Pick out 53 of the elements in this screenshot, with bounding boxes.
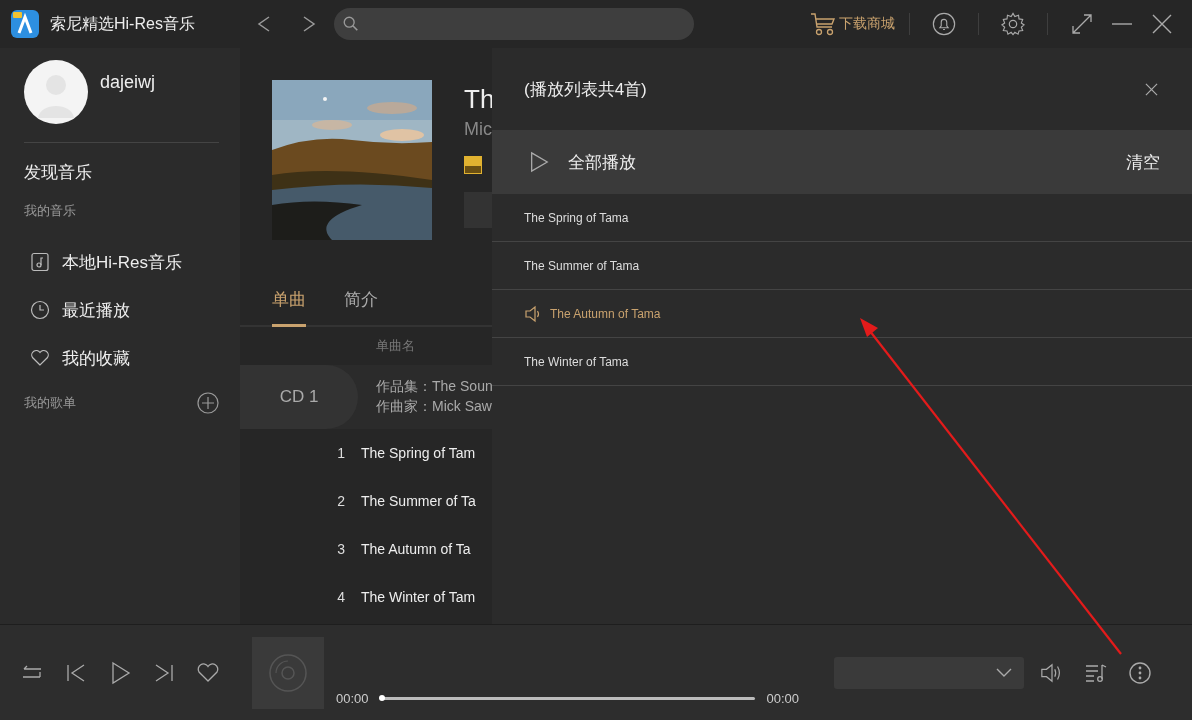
progress-handle[interactable]: [378, 695, 385, 701]
sidebar-item[interactable]: 本地Hi-Res音乐: [30, 238, 219, 286]
search-icon: [342, 15, 360, 33]
hi-res-badge-icon: [464, 156, 482, 174]
play-icon[interactable]: [528, 151, 550, 173]
close-icon[interactable]: [1150, 12, 1174, 36]
album-title: Th: [464, 84, 492, 115]
track-title[interactable]: The Winter of Tam: [361, 589, 476, 605]
settings-icon[interactable]: [1001, 12, 1025, 36]
playlist-item[interactable]: The Winter of Tama: [492, 338, 1192, 386]
window-title: 索尼精选Hi-Res音乐: [50, 13, 196, 34]
sidebar-item[interactable]: 最近播放: [30, 286, 219, 334]
close-icon[interactable]: [1145, 82, 1158, 96]
cart-icon: [810, 12, 836, 36]
section-heading: 我的音乐: [24, 202, 77, 220]
store-link[interactable]: 下载商城: [810, 12, 895, 36]
track-title[interactable]: The Autumn of Ta: [361, 541, 471, 557]
avatar[interactable]: [24, 60, 88, 124]
bell-icon[interactable]: [932, 12, 956, 36]
disc-label: CD 1: [240, 365, 358, 429]
music-file-icon: [30, 252, 50, 272]
playlist-item[interactable]: The Spring of Tama: [492, 194, 1192, 242]
sidebar-item[interactable]: 我的收藏: [30, 334, 219, 382]
app-logo-icon: [10, 9, 40, 39]
track-title[interactable]: The Summer of Ta: [361, 493, 476, 509]
composer-text: 作曲家：Mick Saw: [376, 398, 492, 416]
track-number: 2: [336, 493, 346, 509]
tab[interactable]: 简介: [344, 288, 378, 327]
clock-icon: [30, 300, 50, 320]
elapsed-time: 00:00: [336, 691, 369, 706]
sidebar-item[interactable]: 发现音乐: [24, 161, 219, 184]
speaker-icon: [524, 304, 542, 323]
heart-icon: [30, 348, 50, 368]
duration-time: 00:00: [766, 691, 800, 706]
disc-icon: [268, 652, 308, 693]
playlist-title: (播放列表共4首): [524, 78, 647, 101]
track-number: 1: [336, 445, 346, 461]
search-field[interactable]: [334, 8, 694, 40]
playlist-item[interactable]: The Summer of Tama: [492, 242, 1192, 290]
album-artist: Mic: [464, 119, 492, 140]
track-number: 4: [336, 589, 346, 605]
chevron-down-icon: [996, 667, 1012, 678]
expand-icon[interactable]: [1070, 12, 1094, 36]
clear-button[interactable]: 清空: [1126, 150, 1160, 174]
track-number: 3: [336, 541, 346, 557]
play-all-button[interactable]: 全部播放: [568, 150, 636, 174]
add-icon[interactable]: [197, 392, 219, 414]
section-heading: 我的歌单: [24, 394, 76, 412]
track-title[interactable]: The Spring of Tam: [361, 445, 476, 461]
column-header: 单曲名: [376, 337, 415, 355]
collection-text: 作品集：The Soun: [376, 378, 492, 396]
info-icon[interactable]: [1128, 660, 1152, 685]
user-name: dajeiwj: [100, 72, 156, 93]
